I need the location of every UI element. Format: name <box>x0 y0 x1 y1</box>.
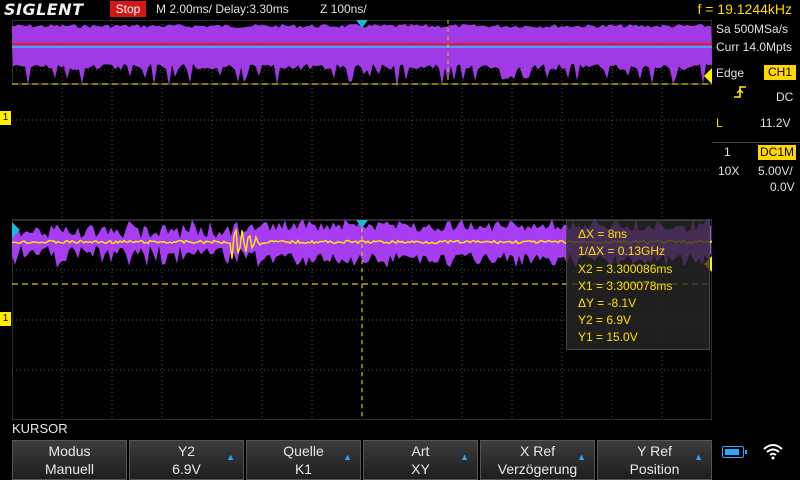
cursor-readout-panel: ΔX = 8ns 1/ΔX = 0.13GHz X2 = 3.300086ms … <box>566 220 710 350</box>
arrow-up-icon: ▲ <box>226 452 235 462</box>
softkey-value: Position <box>629 461 680 477</box>
run-stop-status[interactable]: Stop <box>110 1 146 17</box>
menu-title: KURSOR <box>12 421 68 436</box>
sample-rate: Sa 500MSa/s <box>716 22 789 36</box>
info-panel: Sa 500MSa/s Curr 14.0Mpts Edge CH1 DC L … <box>712 20 800 420</box>
arrow-up-icon: ▲ <box>577 452 586 462</box>
rising-edge-icon <box>732 84 748 100</box>
ch1-ground-bottom-label: 1 <box>2 313 9 324</box>
delta-x-value: ΔX = 8ns <box>578 227 628 241</box>
x2-value: X2 = 3.300086ms <box>578 262 673 276</box>
softkey-type[interactable]: Art XY ▲ <box>363 440 478 480</box>
arrow-up-icon: ▲ <box>343 452 352 462</box>
vertical-scale: 5.00V/ <box>758 164 793 178</box>
ch1-ground-top-label: 1 <box>2 112 9 123</box>
inverse-delta-x-value: 1/ΔX = 0.13GHz <box>578 244 666 258</box>
arrow-up-icon: ▲ <box>460 452 469 462</box>
probe-ratio: 10X <box>718 164 740 178</box>
frequency-counter: f = 19.1244kHz <box>697 1 792 17</box>
battery-icon <box>722 446 747 458</box>
trigger-coupling: DC <box>776 90 794 104</box>
trigger-type: Edge <box>716 66 745 80</box>
softkey-label: Modus <box>48 443 91 459</box>
timebase-readout[interactable]: M 2.00ms/ Delay:3.30ms <box>156 2 289 16</box>
y1-value: Y1 = 15.0V <box>578 330 638 344</box>
softkey-value: XY <box>411 461 430 477</box>
y2-value: Y2 = 6.9V <box>578 313 632 327</box>
trigger-level-label: L <box>716 116 723 130</box>
arrow-up-icon: ▲ <box>694 452 703 462</box>
softkey-y2[interactable]: Y2 6.9V ▲ <box>129 440 244 480</box>
softkey-value: Manuell <box>44 461 95 477</box>
delta-y-value: ΔY = -8.1V <box>578 296 637 310</box>
softkey-mode[interactable]: Modus Manuell <box>12 440 127 480</box>
status-bar: SIGLENT Stop M 2.00ms/ Delay:3.30ms Z 10… <box>0 0 800 20</box>
softkey-y-ref[interactable]: Y Ref Position ▲ <box>597 440 712 480</box>
softkey-bar: Modus Manuell Y2 6.9V ▲ Quelle K1 ▲ Art … <box>12 440 712 480</box>
memory-depth: Curr 14.0Mpts <box>716 40 793 54</box>
system-tray <box>712 440 800 480</box>
trigger-source-badge: CH1 <box>764 65 796 80</box>
softkey-value: 6.9V <box>172 461 201 477</box>
x1-value: X1 = 3.300078ms <box>578 279 673 293</box>
channel-number: 1 <box>724 145 731 159</box>
softkey-x-ref[interactable]: X Ref Verzögerung ▲ <box>480 440 595 480</box>
waveform-display[interactable]: ΔX = 8ns 1/ΔX = 0.13GHz X2 = 3.300086ms … <box>11 19 713 421</box>
channel-coupling-badge: DC1M <box>758 145 796 160</box>
ch1-ground-marker-top[interactable]: 1 <box>0 111 11 125</box>
wifi-icon[interactable] <box>762 442 784 460</box>
trigger-level: 11.2V <box>760 116 791 130</box>
ch1-ground-marker-bottom[interactable]: 1 <box>0 312 11 326</box>
channel1-section[interactable]: 1 DC1M 10X 5.00V/ 0.0V <box>712 142 800 197</box>
softkey-source[interactable]: Quelle K1 ▲ <box>246 440 361 480</box>
zoom-readout[interactable]: Z 100ns/ <box>320 2 367 16</box>
softkey-value: Verzögerung <box>497 461 578 477</box>
softkey-value: K1 <box>294 461 313 477</box>
vertical-offset: 0.0V <box>770 180 795 194</box>
brand-logo: SIGLENT <box>4 0 84 19</box>
